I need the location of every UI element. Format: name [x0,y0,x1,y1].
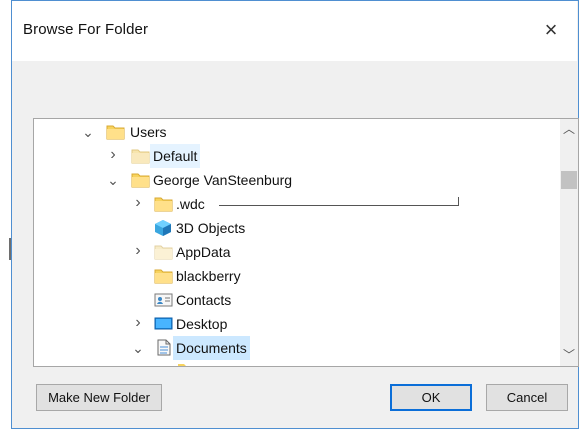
scroll-down-icon[interactable]: ﹀ [560,347,578,364]
documents-icon [157,339,171,356]
tree-item-label: Default [150,144,201,168]
folder-icon [154,197,173,212]
instructions-area [12,61,577,121]
chevron-down-icon[interactable]: ⌄ [130,339,146,359]
tree-item-label: .wdc [176,196,205,212]
tree-item-label: George VanSteenburg [153,172,293,188]
folder-icon [154,245,173,260]
scrollbar-thumb[interactable] [561,171,577,189]
chevron-down-icon[interactable]: ⌄ [105,171,121,191]
desktop-icon [154,317,173,330]
tree-item-partial [34,360,574,366]
make-new-folder-button[interactable]: Make New Folder [36,384,162,411]
tree-item-label: Users [130,124,167,140]
chevron-down-icon[interactable]: ⌄ [80,123,96,143]
dialog-button-area: Make New Folder OK Cancel [12,368,577,428]
dialog-titlebar[interactable]: Browse For Folder × [12,1,577,61]
tree-item-george-vansteenburg[interactable]: ⌄ George VanSteenburg [34,168,574,192]
cancel-button[interactable]: Cancel [486,384,568,411]
tree-item-label: AppData [176,244,231,260]
folder-icon [131,173,150,188]
tree-item-users[interactable]: ⌄ Users [34,120,574,144]
close-icon: × [544,17,558,42]
3d-objects-icon [155,220,171,236]
folder-icon [106,125,125,140]
ok-button[interactable]: OK [390,384,472,411]
background-window-marker [9,238,11,260]
browse-for-folder-dialog: Browse For Folder × ⌄ Users › Default ⌄ … [12,0,579,429]
tree-item-label: Desktop [176,316,228,332]
chevron-right-icon[interactable]: › [105,146,121,166]
contacts-icon [154,293,173,307]
cancel-label: Cancel [506,390,548,405]
folder-tree-content: ⌄ Users › Default ⌄ George VanSteenburg … [34,119,578,366]
make-new-folder-label: Make New Folder [48,390,150,405]
background-window-edge [0,0,12,429]
folder-icon [154,269,173,284]
tree-item-blackberry[interactable]: blackberry [34,264,574,288]
scroll-up-icon[interactable]: ︿ [560,121,578,138]
folder-icon [178,364,195,366]
tree-item-3d-objects[interactable]: 3D Objects [34,216,574,240]
tree-item-documents[interactable]: ⌄ Documents [34,336,574,360]
tree-item-label: blackberry [176,268,241,284]
folder-tree[interactable]: ⌄ Users › Default ⌄ George VanSteenburg … [33,118,579,367]
chevron-right-icon[interactable]: › [130,314,146,334]
rename-input-underline[interactable] [219,197,459,206]
chevron-right-icon[interactable]: › [130,194,146,214]
tree-item-default[interactable]: › Default [34,144,574,168]
tree-item-desktop[interactable]: › Desktop [34,312,574,336]
ok-label: OK [421,390,441,405]
screen: Browse For Folder × ⌄ Users › Default ⌄ … [0,0,579,429]
dialog-title: Browse For Folder [23,21,149,38]
close-button[interactable]: × [525,1,577,59]
tree-item-contacts[interactable]: Contacts [34,288,574,312]
vertical-scrollbar[interactable]: ︿ ﹀ [560,119,578,366]
folder-icon [131,149,150,164]
tree-item-label: Contacts [176,292,232,308]
tree-item-label: 3D Objects [176,220,246,236]
tree-item-label: Documents [173,336,250,360]
chevron-right-icon[interactable]: › [130,242,146,262]
tree-item-appdata[interactable]: › AppData [34,240,574,264]
